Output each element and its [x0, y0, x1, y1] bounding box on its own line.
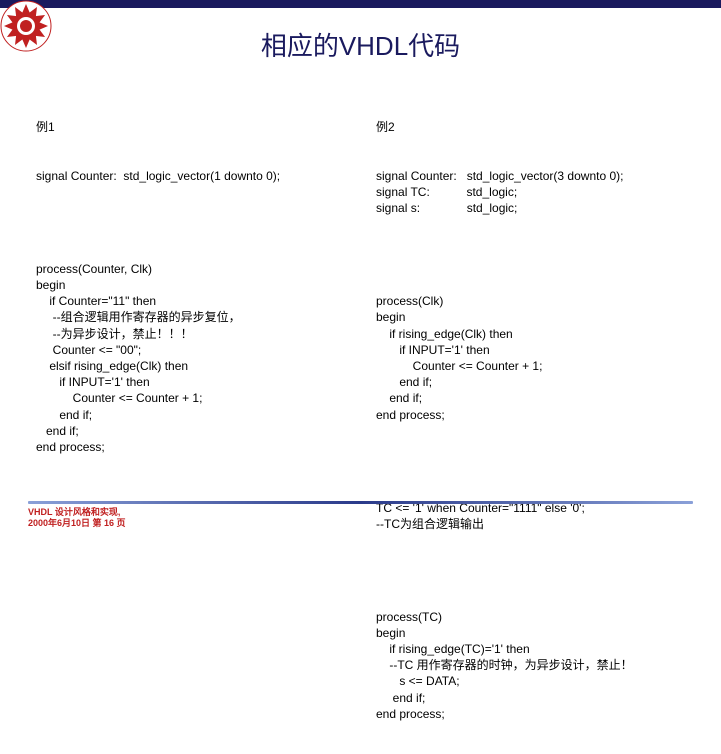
- top-bar: [0, 0, 721, 8]
- logo-icon: [0, 0, 52, 52]
- example-1: 例1 signal Counter: std_logic_vector(1 do…: [36, 87, 376, 754]
- footer-text-1: VHDL 设计风格和实现,: [28, 507, 693, 518]
- footer-text-2: 2000年6月10日 第 16 页: [28, 518, 693, 529]
- example-1-code: process(Counter, Clk) begin if Counter="…: [36, 261, 376, 455]
- example-2-header: 例2: [376, 119, 697, 135]
- footer: VHDL 设计风格和实现, 2000年6月10日 第 16 页: [28, 501, 693, 529]
- slide-title: 相应的VHDL代码: [0, 26, 721, 63]
- example-2-code-1: process(Clk) begin if rising_edge(Clk) t…: [376, 293, 697, 423]
- example-1-header: 例1: [36, 119, 376, 135]
- footer-divider: [28, 501, 693, 504]
- example-1-signal: signal Counter: std_logic_vector(1 downt…: [36, 168, 376, 184]
- example-2-code-2: process(TC) begin if rising_edge(TC)='1'…: [376, 609, 697, 722]
- example-2: 例2 signal Counter: std_logic_vector(3 do…: [376, 87, 697, 754]
- content-area: 例1 signal Counter: std_logic_vector(1 do…: [0, 87, 721, 754]
- example-2-signal: signal Counter: std_logic_vector(3 downt…: [376, 168, 697, 217]
